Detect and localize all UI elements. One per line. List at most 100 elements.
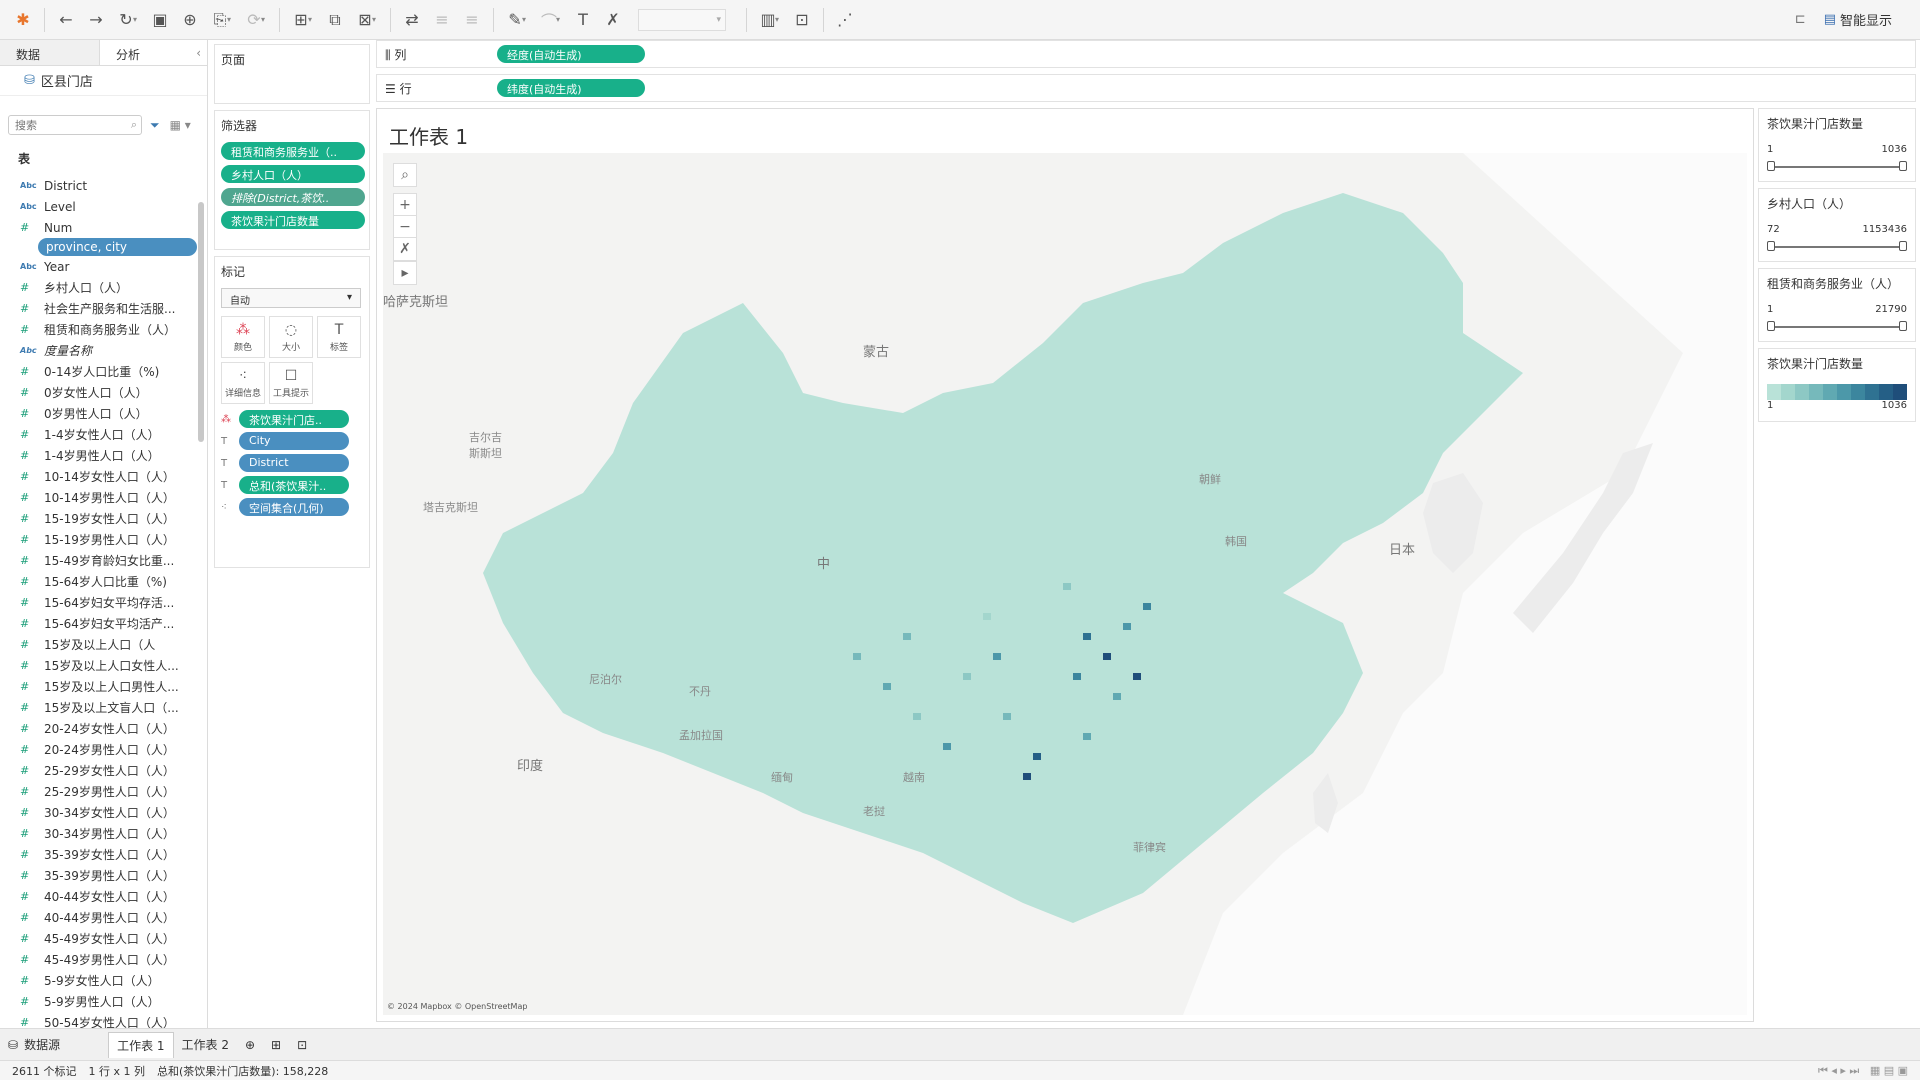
slider-handle-max[interactable] — [1899, 161, 1907, 171]
zoom-in-icon[interactable]: + — [393, 193, 417, 217]
detail-button[interactable]: ⁖ 详细信息 — [221, 362, 265, 404]
search-input[interactable] — [15, 118, 115, 132]
district-mark[interactable] — [1133, 673, 1141, 680]
district-mark[interactable] — [883, 683, 891, 690]
share-icon[interactable]: ⋰ — [830, 5, 860, 35]
field-item[interactable]: #15岁及以上文盲人口（... — [0, 697, 207, 718]
district-mark[interactable] — [853, 653, 861, 660]
district-mark[interactable] — [993, 653, 1001, 660]
map[interactable]: ⌕ + − ✗ ▸ 蒙古 哈萨克斯坦 吉尔吉斯斯坦 塔吉克斯坦 中 尼泊尔 不丹… — [383, 153, 1747, 1015]
district-mark[interactable] — [983, 613, 991, 620]
field-item[interactable]: #35-39岁男性人口（人） — [0, 865, 207, 886]
mark-pill[interactable]: City — [239, 432, 349, 450]
save-icon[interactable]: ▣ — [145, 5, 175, 35]
field-item[interactable]: # 社会生产服务和生活服... — [0, 298, 207, 319]
slider-handle-min[interactable] — [1767, 161, 1775, 171]
field-item[interactable]: # 乡村人口（人） — [0, 277, 207, 298]
new-datasource-icon[interactable]: ⊕ — [175, 5, 205, 35]
field-item[interactable]: #15岁及以上人口女性人... — [0, 655, 207, 676]
field-item[interactable]: #30-34岁女性人口（人） — [0, 802, 207, 823]
expand-toolbar-icon[interactable]: ▸ — [393, 261, 417, 285]
chevron-down-icon[interactable]: ▾ — [133, 15, 145, 24]
tableau-logo-icon[interactable]: ✱ — [8, 5, 38, 35]
mark-pill[interactable]: 总和(茶饮果汁.. — [239, 476, 349, 494]
scrollbar[interactable] — [198, 202, 204, 442]
chevron-down-icon[interactable]: ▾ — [775, 15, 787, 24]
field-item[interactable]: #35-39岁女性人口（人） — [0, 844, 207, 865]
label-icon[interactable]: T — [568, 5, 598, 35]
map-canvas[interactable] — [383, 153, 1747, 1015]
smart-display-button[interactable]: ⊏ ▤ 智能显示 — [1795, 10, 1892, 29]
field-item[interactable]: #15-64岁妇女平均存活... — [0, 592, 207, 613]
district-mark[interactable] — [1023, 773, 1031, 780]
new-dashboard-icon[interactable]: ⊞ — [263, 1032, 289, 1058]
district-mark[interactable] — [1143, 603, 1151, 610]
field-item[interactable]: #40-44岁女性人口（人） — [0, 886, 207, 907]
district-mark[interactable] — [1003, 713, 1011, 720]
field-item[interactable]: #25-29岁男性人口（人） — [0, 781, 207, 802]
field-item[interactable]: Abc Year — [0, 256, 207, 277]
field-item[interactable]: #15岁及以上人口（人 — [0, 634, 207, 655]
field-item[interactable]: # 租赁和商务服务业（人） — [0, 319, 207, 340]
field-item[interactable]: #5-9岁女性人口（人） — [0, 970, 207, 991]
field-item[interactable]: ⚲province, city — [38, 238, 197, 256]
duplicate-icon[interactable]: ⧉ — [320, 5, 350, 35]
label-button[interactable]: T 标签 — [317, 316, 361, 358]
field-item[interactable]: #0岁男性人口（人） — [0, 403, 207, 424]
presentation-icon[interactable]: ⊡ — [787, 5, 817, 35]
color-legend[interactable]: 茶饮果汁门店数量 1 1036 — [1758, 348, 1916, 422]
pages-card[interactable]: 页面 — [214, 44, 370, 104]
district-mark[interactable] — [913, 713, 921, 720]
field-item[interactable]: #20-24岁男性人口（人） — [0, 739, 207, 760]
filter-pill[interactable]: 排除(District,茶饮.. — [221, 188, 365, 206]
tab-data[interactable]: 数据 — [0, 40, 100, 65]
view-options-icon[interactable]: ▦ ▾ — [170, 118, 191, 132]
district-mark[interactable] — [1033, 753, 1041, 760]
slider-handle-min[interactable] — [1767, 241, 1775, 251]
filter-icon[interactable]: ⏷ — [150, 118, 160, 133]
filter-pill[interactable]: 乡村人口（人） — [221, 165, 365, 183]
field-item[interactable]: #10-14岁男性人口（人） — [0, 487, 207, 508]
district-mark[interactable] — [1103, 653, 1111, 660]
field-item[interactable]: #0-14岁人口比重（%) — [0, 361, 207, 382]
chevron-down-icon[interactable]: ▾ — [372, 15, 384, 24]
chevron-down-icon[interactable]: ▾ — [261, 15, 273, 24]
sort-asc-icon[interactable]: ≡ — [427, 5, 457, 35]
zoom-out-icon[interactable]: − — [393, 215, 417, 239]
field-item[interactable]: #15-19岁男性人口（人） — [0, 529, 207, 550]
columns-shelf[interactable]: ⫼ 列 经度(自动生成) — [376, 40, 1916, 68]
collapse-icon[interactable]: ‹ — [196, 46, 201, 60]
map-search-icon[interactable]: ⌕ — [393, 163, 417, 187]
field-item[interactable]: #15-49岁育龄妇女比重... — [0, 550, 207, 571]
district-mark[interactable] — [903, 633, 911, 640]
range-slider[interactable] — [1767, 161, 1907, 171]
undo-icon[interactable]: ← — [51, 5, 81, 35]
chevron-down-icon[interactable]: ▾ — [522, 15, 534, 24]
mark-type-select[interactable]: 自动 ▾ — [221, 288, 361, 308]
mark-pill[interactable]: 茶饮果汁门店.. — [239, 410, 349, 428]
field-item[interactable]: #15岁及以上人口男性人... — [0, 676, 207, 697]
tooltip-button[interactable]: ☐ 工具提示 — [269, 362, 313, 404]
slider-handle-max[interactable] — [1899, 321, 1907, 331]
field-item[interactable]: #40-44岁男性人口（人） — [0, 907, 207, 928]
district-mark[interactable] — [1083, 733, 1091, 740]
field-item[interactable]: #30-34岁男性人口（人） — [0, 823, 207, 844]
chevron-down-icon[interactable]: ▾ — [308, 15, 320, 24]
field-item[interactable]: Abc District — [0, 175, 207, 196]
field-item[interactable]: #0岁女性人口（人） — [0, 382, 207, 403]
filter-pill[interactable]: 茶饮果汁门店数量 — [221, 211, 365, 229]
rows-pill[interactable]: 纬度(自动生成) — [497, 79, 645, 97]
field-item[interactable]: Abc 度量名称 — [0, 340, 207, 361]
worksheet-title[interactable]: 工作表 1 — [389, 121, 468, 150]
chevron-down-icon[interactable]: ▾ — [556, 15, 568, 24]
field-item[interactable]: #45-49岁女性人口（人） — [0, 928, 207, 949]
slider-handle-min[interactable] — [1767, 321, 1775, 331]
range-slider[interactable] — [1767, 321, 1907, 331]
pin-map-icon[interactable]: ✗ — [393, 237, 417, 261]
field-item[interactable]: #10-14岁女性人口（人） — [0, 466, 207, 487]
field-item[interactable]: #15-64岁人口比重（%) — [0, 571, 207, 592]
fit-select[interactable]: ▾ — [638, 8, 726, 31]
datasource-tab[interactable]: ⛁ 数据源 — [0, 1032, 68, 1058]
field-item[interactable]: #1-4岁女性人口（人） — [0, 424, 207, 445]
sort-desc-icon[interactable]: ≡ — [457, 5, 487, 35]
